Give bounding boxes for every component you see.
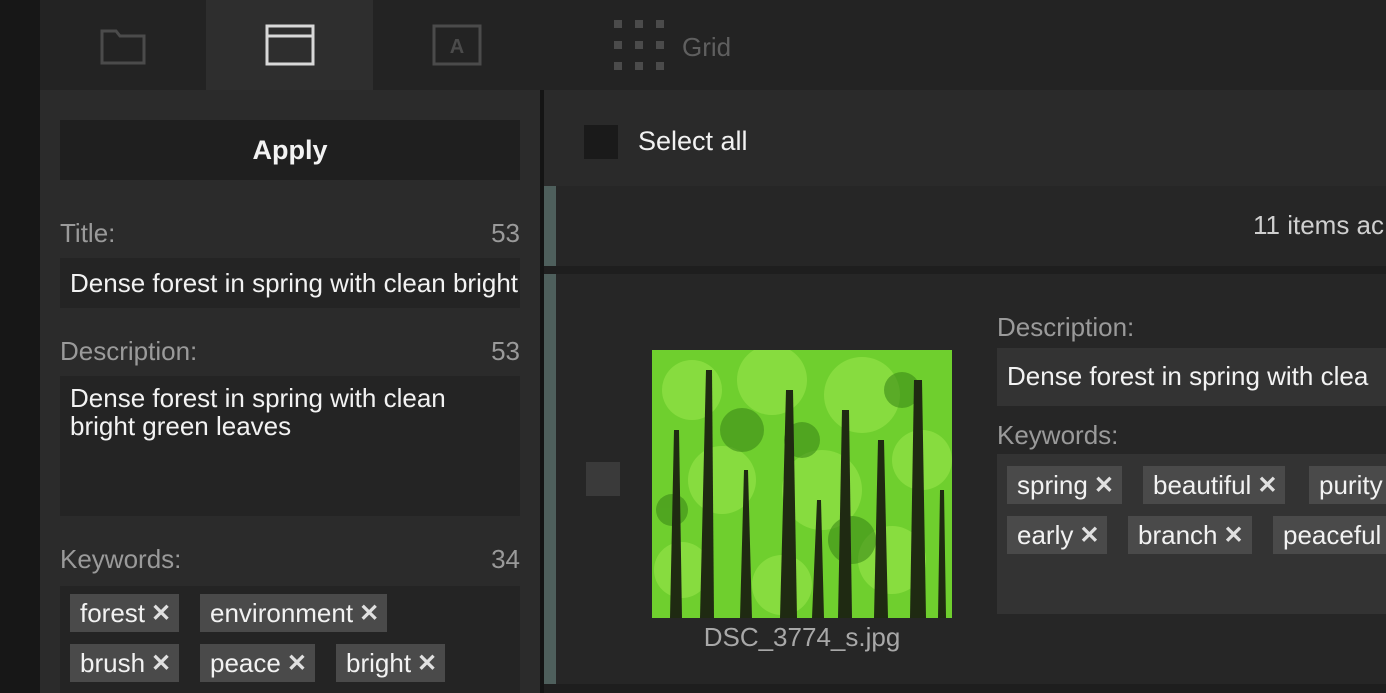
items-info-text: 11 items ac	[1253, 210, 1385, 240]
tab-grid[interactable]: Grid	[614, 19, 732, 75]
keyword-tag: spring ✕	[1007, 466, 1122, 504]
description-char-count: 53	[491, 336, 520, 366]
apply-button[interactable]: Apply	[60, 120, 520, 180]
keyword-tag: peaceful✕	[1273, 516, 1386, 554]
grid-tab-label: Grid	[682, 31, 732, 62]
remove-keyword-icon[interactable]: ✕	[151, 599, 171, 628]
keyword-tag: brush ✕	[70, 644, 180, 682]
keyword-text: forest	[80, 597, 146, 628]
keyword-text: beautiful	[1153, 469, 1252, 500]
tab-editor[interactable]	[206, 0, 373, 90]
keywords-count: 34	[491, 544, 520, 574]
remove-keyword-icon[interactable]: ✕	[287, 649, 307, 678]
image-filename: DSC_3774_s.jpg	[703, 622, 901, 652]
keyword-text: bright	[346, 647, 412, 678]
description-textarea[interactable]: Dense forest in spring with clean bright…	[60, 376, 520, 516]
remove-keyword-icon[interactable]: ✕	[151, 649, 171, 678]
keyword-text: peace	[210, 647, 281, 678]
keyword-text: spring	[1017, 469, 1088, 500]
keywords-field[interactable]: forest ✕ environment ✕ brush ✕ peace ✕ brigh…	[60, 586, 520, 693]
keyword-tag: beautiful ✕	[1143, 466, 1286, 504]
card-keywords-label: Keywords:	[997, 420, 1119, 450]
metadata-edit-panel: Apply Title: 53 Dense forest in spring w…	[40, 90, 540, 693]
image-card: DSC_3774_s.jpg Description: Dense forest…	[544, 274, 1386, 684]
svg-text:A: A	[449, 36, 463, 58]
description-label: Description:	[60, 336, 198, 366]
folder-icon	[100, 25, 146, 65]
keywords-label: Keywords:	[60, 544, 182, 574]
keyword-text: branch	[1138, 519, 1218, 550]
title-char-count: 53	[491, 218, 520, 248]
image-thumbnail[interactable]	[652, 345, 952, 618]
remove-keyword-icon[interactable]: ✕	[1224, 521, 1244, 550]
keyword-text: brush	[80, 647, 146, 678]
keyword-tag: branch ✕	[1128, 516, 1252, 554]
keyword-tag: forest ✕	[70, 594, 180, 632]
keyword-tag: purity✕	[1309, 466, 1386, 504]
remove-keyword-icon[interactable]: ✕	[1079, 521, 1099, 550]
grid-dots-icon	[614, 19, 666, 75]
keyword-tag: early ✕	[1007, 516, 1108, 554]
main-content: Select all 11 items ac DSC_3774_s.jpg De…	[544, 90, 1386, 693]
remove-keyword-icon[interactable]: ✕	[1094, 471, 1114, 500]
top-tab-bar: A Grid	[40, 0, 1386, 90]
keyword-tag: bright ✕	[336, 644, 446, 682]
keyword-text: peaceful	[1283, 519, 1382, 550]
title-input[interactable]: Dense forest in spring with clean bright…	[60, 258, 520, 308]
title-label: Title:	[60, 218, 116, 248]
remove-keyword-icon[interactable]: ✕	[1257, 471, 1277, 500]
select-all-checkbox[interactable]	[584, 125, 618, 159]
keyword-text: early	[1017, 519, 1074, 550]
left-edge-strip	[0, 0, 40, 693]
select-all-bar: Select all	[544, 90, 1386, 186]
select-all-label[interactable]: Select all	[638, 126, 748, 157]
keyword-text: purity	[1319, 469, 1383, 500]
card-description-label: Description:	[997, 312, 1135, 342]
remove-keyword-icon[interactable]: ✕	[417, 649, 437, 678]
keyword-tag: environment ✕	[200, 594, 388, 632]
card-keywords-field[interactable]: spring✕ beautiful✕ purity✕ early✕ branch…	[997, 454, 1386, 614]
keyword-text: environment	[210, 597, 354, 628]
info-bar: 11 items ac	[544, 186, 1386, 266]
image-select-checkbox[interactable]	[586, 462, 620, 496]
keyword-tag: peace ✕	[200, 644, 315, 682]
remove-keyword-icon[interactable]: ✕	[359, 599, 379, 628]
window-icon	[265, 24, 315, 66]
tab-folder[interactable]	[40, 0, 206, 90]
text-a-icon: A	[432, 24, 482, 66]
tab-text[interactable]: A	[373, 0, 540, 90]
card-description-field[interactable]: Dense forest in spring with clea	[997, 348, 1386, 406]
